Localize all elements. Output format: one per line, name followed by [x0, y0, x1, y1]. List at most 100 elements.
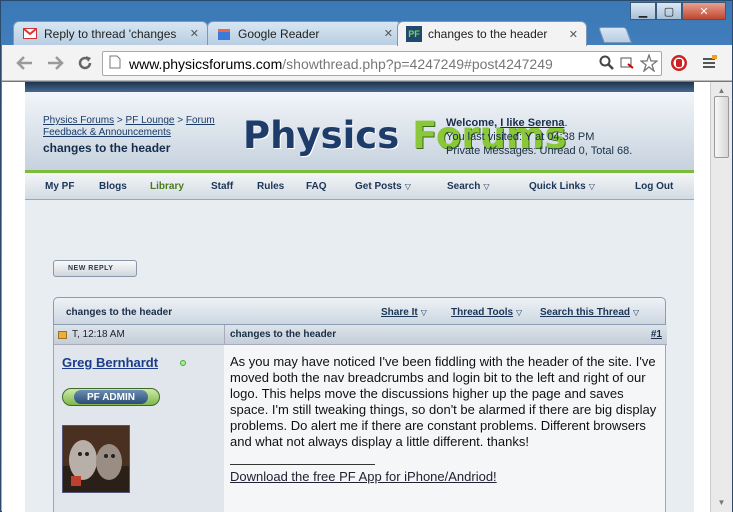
search-thread-link[interactable]: Search this Thread ▽ [540, 307, 639, 318]
nav-rules[interactable]: Rules [257, 181, 284, 192]
url-path: /showthread.php?p=4247249#post4247249 [282, 55, 553, 72]
nav-log-out[interactable]: Log Out [635, 181, 673, 192]
nav-blogs[interactable]: Blogs [99, 181, 127, 192]
nav-get-posts-label: Get Posts [355, 181, 402, 192]
back-icon[interactable] [14, 52, 36, 74]
post-subject: changes to the header [230, 329, 337, 340]
chevron-down-icon: ▽ [588, 182, 595, 191]
site-header: Physics Forums > PF Lounge > Forum Feedb… [25, 92, 694, 170]
page-icon [109, 55, 121, 72]
breadcrumb: Physics Forums > PF Lounge > Forum Feedb… [43, 115, 243, 154]
search-thread-label: Search this Thread [540, 307, 631, 318]
chevron-down-icon: ▽ [420, 308, 427, 317]
gmail-icon [22, 26, 38, 42]
url-host: www.physicsforums.com [129, 55, 283, 72]
post-subject-bar: changes to the header #1 [224, 325, 667, 345]
breadcrumb-forum[interactable]: Forum [186, 115, 215, 126]
tab-label: Google Reader [238, 26, 320, 41]
tab-google-reader[interactable]: Google Reader ✕ [207, 21, 402, 45]
breadcrumb-physics-forums[interactable]: Physics Forums [43, 115, 114, 126]
site-navbar: My PF Blogs Library Staff Rules FAQ Get … [25, 170, 694, 200]
share-it-label: Share It [381, 307, 418, 318]
welcome-panel: Welcome, I like Serena. You last visited… [446, 116, 632, 158]
translate-icon[interactable] [616, 52, 638, 74]
chevron-down-icon: ▽ [516, 308, 523, 317]
adblock-icon[interactable] [668, 52, 690, 74]
post-date: T, 12:18 AM [72, 329, 125, 340]
scrollbar-thumb[interactable] [714, 96, 729, 158]
pf-icon: PF [406, 26, 422, 42]
close-window-button[interactable]: ✕ [682, 2, 726, 20]
post-status-icon [58, 331, 67, 339]
thread-content: NEW REPLY changes to the header Share It… [25, 200, 694, 512]
bookmark-star-icon[interactable] [638, 52, 660, 74]
chevron-down-icon: ▽ [483, 182, 490, 191]
top-strip [25, 82, 694, 92]
forum-page: Physics Forums > PF Lounge > Forum Feedb… [25, 82, 694, 512]
vertical-scrollbar[interactable]: ▲ ▼ [710, 82, 732, 512]
admin-badge: PF ADMIN [62, 388, 160, 406]
tab-close-icon[interactable]: ✕ [384, 27, 393, 40]
new-reply-button[interactable]: NEW REPLY [53, 260, 137, 277]
post: T, 12:18 AM changes to the header #1 Gre… [53, 325, 667, 512]
tab-label: Reply to thread 'changes [44, 26, 177, 41]
search-icon[interactable] [596, 52, 618, 74]
browser-toolbar: www.physicsforums.com/showthread.php?p=4… [2, 45, 732, 81]
thread-title: changes to the header [66, 307, 173, 318]
welcome-suffix: . [564, 117, 568, 129]
share-it-link[interactable]: Share It ▽ [381, 307, 427, 318]
user-info-pane: Greg Bernhardt PF ADMIN [54, 345, 224, 512]
author-name-link[interactable]: Greg Bernhardt [62, 355, 158, 370]
window-controls: ▁ ▢ ✕ [630, 2, 726, 20]
last-visited: You last visited: Y at 04:38 PM [446, 131, 595, 143]
tab-gmail[interactable]: Reply to thread 'changes ✕ [13, 21, 208, 45]
tab-close-icon[interactable]: ✕ [569, 28, 578, 41]
maximize-button[interactable]: ▢ [656, 2, 682, 20]
breadcrumb-feedback[interactable]: Feedback & Announcements [43, 127, 171, 138]
welcome-prefix: Welcome, [446, 117, 498, 129]
nav-search-label: Search [447, 181, 481, 192]
thread-tools-label: Thread Tools [451, 307, 514, 318]
forward-icon[interactable] [44, 52, 66, 74]
address-bar[interactable]: www.physicsforums.com/showthread.php?p=4… [102, 51, 662, 76]
chevron-down-icon: ▽ [404, 182, 411, 191]
browser-window: ▁ ▢ ✕ Reply to thread 'changes ✕ Google … [0, 0, 733, 512]
username-link[interactable]: I like Serena [500, 117, 564, 129]
signature-divider [230, 464, 375, 465]
tab-close-icon[interactable]: ✕ [190, 27, 199, 40]
logo-text-physics: Physics [243, 114, 413, 157]
chevron-down-icon: ▽ [633, 308, 640, 317]
nav-staff[interactable]: Staff [211, 181, 233, 192]
scroll-down-icon[interactable]: ▼ [714, 496, 729, 508]
tab-physics-forums[interactable]: PF changes to the header ✕ [397, 21, 587, 46]
nav-my-pf[interactable]: My PF [45, 181, 74, 192]
signature: Download the free PF App for iPhone/Andr… [230, 464, 497, 484]
menu-icon[interactable] [698, 52, 720, 74]
online-status-icon [180, 360, 186, 366]
minimize-button[interactable]: ▁ [630, 2, 656, 20]
nav-library[interactable]: Library [150, 181, 184, 192]
avatar[interactable] [62, 425, 130, 493]
nav-quick-links[interactable]: Quick Links ▽ [529, 181, 595, 192]
page-viewport: Physics Forums > PF Lounge > Forum Feedb… [2, 82, 732, 512]
breadcrumb-current: changes to the header [43, 141, 171, 155]
signature-link[interactable]: Download the free PF App for iPhone/Andr… [230, 469, 497, 484]
post-body: As you may have noticed I've been fiddli… [230, 354, 657, 449]
tab-label: changes to the header [428, 27, 548, 41]
breadcrumb-separator: > [116, 115, 123, 126]
admin-badge-label: PF ADMIN [74, 390, 148, 404]
breadcrumb-pf-lounge[interactable]: PF Lounge [126, 115, 175, 126]
scroll-up-icon[interactable]: ▲ [714, 84, 729, 96]
new-tab-button[interactable] [598, 27, 632, 43]
private-messages[interactable]: Private Messages: Unread 0, Total 68. [446, 144, 632, 158]
tab-strip: Reply to thread 'changes ✕ Google Reader… [13, 21, 713, 46]
thread-header: changes to the header Share It ▽ Thread T… [53, 297, 666, 325]
nav-faq[interactable]: FAQ [306, 181, 327, 192]
post-date-bar: T, 12:18 AM [54, 325, 224, 345]
nav-search[interactable]: Search ▽ [447, 181, 490, 192]
reload-icon[interactable] [74, 52, 96, 74]
breadcrumb-separator: > [177, 115, 184, 126]
post-number-link[interactable]: #1 [651, 329, 662, 340]
thread-tools-link[interactable]: Thread Tools ▽ [451, 307, 522, 318]
nav-get-posts[interactable]: Get Posts ▽ [355, 181, 411, 192]
